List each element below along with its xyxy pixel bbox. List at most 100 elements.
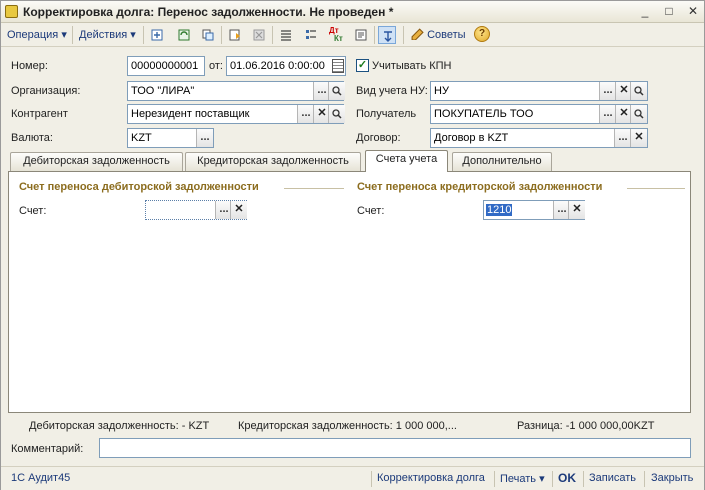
date-field[interactable]: 01.06.2016 0:00:00 — [226, 56, 346, 76]
date-label: от: — [209, 60, 223, 72]
organization-field[interactable]: ТОО "ЛИРА" ... — [127, 81, 345, 101]
organization-value: ТОО "ЛИРА" — [131, 85, 195, 97]
number-field[interactable]: 00000000001 — [127, 56, 205, 76]
tips-button[interactable]: Советы — [411, 27, 466, 43]
tips-icon — [411, 28, 424, 41]
statusbar-separator — [371, 471, 372, 487]
number-value: 00000000001 — [131, 60, 199, 72]
toolbar-separator — [72, 26, 73, 44]
contract-select-button[interactable]: ... — [614, 129, 631, 147]
calendar-icon[interactable] — [332, 59, 344, 73]
nu-label: Вид учета НУ: — [356, 85, 428, 97]
save-button[interactable]: Записать — [589, 472, 636, 484]
contract-field[interactable]: Договор в KZT ... ✕ — [430, 128, 648, 148]
search-icon[interactable] — [630, 105, 647, 123]
title-bar: Корректировка долга: Перенос задолженнос… — [1, 1, 704, 23]
toolbar: Операция ▾ Действия ▾ Дт Кт Советы ? — [1, 23, 704, 47]
debit-group-divider — [284, 188, 344, 189]
document-icon — [5, 5, 18, 18]
debit-account-clear-button[interactable]: ✕ — [230, 201, 247, 219]
move-icon[interactable] — [378, 26, 396, 44]
contract-clear-button[interactable]: ✕ — [630, 129, 647, 147]
comment-label: Комментарий: — [11, 443, 84, 455]
tab-debit-debt[interactable]: Дебиторская задолженность — [10, 152, 183, 171]
organization-label: Организация: — [11, 85, 81, 97]
search-icon[interactable] — [328, 82, 345, 100]
print-menu[interactable]: Печать ▾ — [500, 472, 545, 485]
nu-value: НУ — [434, 85, 449, 97]
minimize-button[interactable]: _ — [637, 4, 653, 19]
ok-button[interactable]: OK — [558, 471, 576, 485]
kpn-checkbox[interactable]: ✓ — [356, 59, 369, 72]
kt-label: Кт — [334, 34, 343, 43]
credit-account-field[interactable]: 1210 ... ✕ — [483, 200, 585, 220]
dt-kt-icon[interactable]: Дт Кт — [328, 26, 346, 44]
toolbar-separator — [272, 26, 273, 44]
counterparty-select-button[interactable]: ... — [297, 105, 314, 123]
toolbar-separator — [143, 26, 144, 44]
contract-label: Договор: — [356, 132, 401, 144]
statusbar-separator — [644, 471, 645, 487]
recipient-select-button[interactable]: ... — [599, 105, 616, 123]
credit-total: Кредиторская задолженность: 1 000 000,..… — [238, 420, 457, 432]
counterparty-label: Контрагент — [11, 108, 68, 120]
document-window: Корректировка долга: Перенос задолженнос… — [0, 0, 705, 490]
maximize-button[interactable]: □ — [661, 4, 677, 19]
accounts-tab-panel: Счет переноса дебиторской задолженности … — [8, 171, 691, 413]
search-icon[interactable] — [328, 105, 345, 123]
toolbar-separator — [221, 26, 222, 44]
toolbar-separator — [374, 26, 375, 44]
tab-credit-debt[interactable]: Кредиторская задолженность — [185, 152, 361, 171]
nu-field[interactable]: НУ ... ✕ — [430, 81, 648, 101]
tips-label: Советы — [427, 29, 466, 41]
credit-group-divider — [627, 188, 685, 189]
close-window-button[interactable]: ✕ — [685, 4, 701, 19]
statusbar-separator — [552, 471, 553, 487]
statusbar-separator — [583, 471, 584, 487]
debit-total: Дебиторская задолженность: - KZT — [29, 420, 210, 432]
tab-additional[interactable]: Дополнительно — [452, 152, 552, 171]
refresh-icon[interactable] — [175, 26, 193, 44]
credit-group-title: Счет переноса кредиторской задолженности — [357, 181, 603, 193]
difference-total: Разница: -1 000 000,00KZT — [517, 420, 655, 432]
toolbar-separator — [403, 26, 404, 44]
copy-icon[interactable] — [199, 26, 217, 44]
window-title: Корректировка долга: Перенос задолженнос… — [23, 5, 394, 19]
tab-accounts[interactable]: Счета учета — [365, 150, 448, 172]
document-link[interactable]: Корректировка долга — [377, 472, 485, 484]
credit-account-label: Счет: — [357, 205, 385, 217]
post-icon[interactable] — [148, 26, 166, 44]
list-icon[interactable] — [277, 26, 295, 44]
number-label: Номер: — [11, 60, 48, 72]
status-bar: 1С Аудит45 Корректировка долга Печать ▾ … — [1, 466, 704, 490]
currency-label: Валюта: — [11, 132, 53, 144]
recipient-label: Получатель — [356, 108, 417, 120]
debit-account-field[interactable]: ... ✕ — [145, 200, 247, 220]
credit-account-value: 1210 — [486, 204, 513, 216]
close-button[interactable]: Закрыть — [651, 472, 693, 484]
statusbar-separator — [494, 471, 495, 487]
structure-icon[interactable] — [302, 26, 320, 44]
recipient-field[interactable]: ПОКУПАТЕЛЬ ТОО ... ✕ — [430, 104, 648, 124]
search-icon[interactable] — [630, 82, 647, 100]
delete-icon[interactable] — [250, 26, 268, 44]
counterparty-value: Нерезидент поставщик — [131, 108, 250, 120]
comment-field[interactable] — [99, 438, 691, 458]
counterparty-field[interactable]: Нерезидент поставщик ... ✕ — [127, 104, 345, 124]
contract-value: Договор в KZT — [434, 132, 509, 144]
operation-menu[interactable]: Операция ▾ — [4, 27, 70, 43]
currency-value: KZT — [131, 132, 152, 144]
currency-select-button[interactable]: ... — [196, 129, 213, 147]
app-name: 1С Аудит45 — [11, 472, 71, 484]
actions-menu[interactable]: Действия ▾ — [76, 27, 139, 43]
nu-select-button[interactable]: ... — [599, 82, 616, 100]
date-value: 01.06.2016 0:00:00 — [230, 60, 325, 72]
currency-field[interactable]: KZT ... — [127, 128, 214, 148]
report-icon[interactable] — [352, 26, 370, 44]
credit-account-clear-button[interactable]: ✕ — [568, 201, 585, 219]
help-button[interactable]: ? — [474, 26, 490, 42]
debit-group-title: Счет переноса дебиторской задолженности — [19, 181, 259, 193]
fill-icon[interactable] — [226, 26, 244, 44]
debit-account-label: Счет: — [19, 205, 47, 217]
recipient-value: ПОКУПАТЕЛЬ ТОО — [434, 108, 534, 120]
